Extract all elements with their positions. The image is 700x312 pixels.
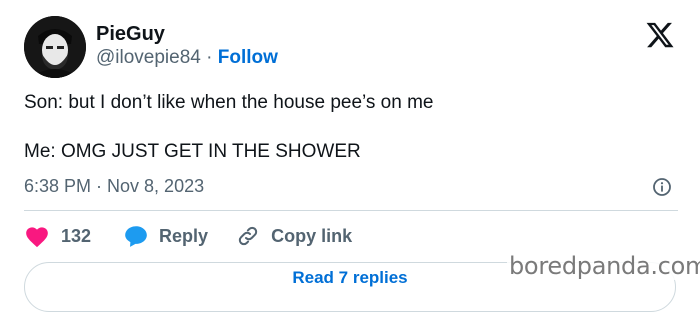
speech-bubble-icon xyxy=(125,226,147,247)
x-logo-icon[interactable] xyxy=(645,20,675,50)
separator-dot: · xyxy=(206,47,213,68)
handle-row: @ilovepie84 · Follow xyxy=(96,46,278,70)
heart-icon xyxy=(26,227,48,248)
like-button[interactable]: 132 xyxy=(24,224,91,248)
watermark: boredpanda.com xyxy=(507,252,700,280)
link-icon xyxy=(238,226,258,246)
info-icon[interactable] xyxy=(652,177,672,197)
avatar[interactable] xyxy=(24,16,86,78)
copy-link-label: Copy link xyxy=(271,225,353,246)
tweet-timestamp[interactable]: 6:38 PM · Nov 8, 2023 xyxy=(24,174,204,198)
reply-button[interactable]: Reply xyxy=(123,224,208,248)
tweet-text-line-2: Me: OMG JUST GET IN THE SHOWER xyxy=(24,141,361,162)
tweet-actions: 132 Reply Copy link xyxy=(24,222,352,250)
display-name[interactable]: PieGuy xyxy=(96,22,165,46)
reply-label: Reply xyxy=(159,225,209,246)
follow-button[interactable]: Follow xyxy=(218,47,278,68)
tweet-text-line-1: Son: but I don’t like when the house pee… xyxy=(24,92,434,113)
user-handle[interactable]: @ilovepie84 xyxy=(96,47,201,68)
like-count: 132 xyxy=(61,225,92,246)
divider xyxy=(24,210,678,211)
copy-link-button[interactable]: Copy link xyxy=(236,224,352,248)
